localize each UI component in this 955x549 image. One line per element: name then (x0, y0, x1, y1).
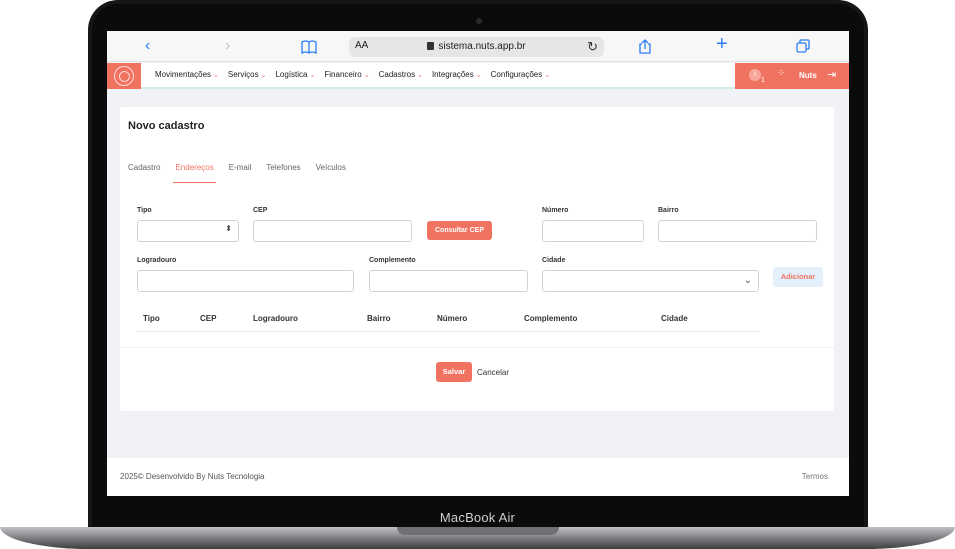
tab-cadastro[interactable]: Cadastro (128, 163, 160, 183)
copyright-text: 2025© Desenvolvido By Nuts Tecnologia (120, 472, 265, 481)
user-area: i 1 ⁘ Nuts ⇥ (735, 63, 849, 89)
notification-count: 1 (761, 77, 765, 84)
main-nav: Movimentações ⌄ Serviços ⌄ Logística ⌄ Fina… (155, 70, 550, 79)
divider (120, 347, 834, 348)
book-icon[interactable] (301, 40, 317, 54)
column-header-bairro[interactable]: Bairro (367, 314, 391, 323)
cep-label: CEP (253, 207, 268, 214)
nav-item-cadastros[interactable]: Cadastros ⌄ (379, 70, 423, 79)
complemento-label: Complemento (369, 257, 416, 264)
page-title: Novo cadastro (128, 120, 205, 132)
url-value: sistema.nuts.app.br (438, 41, 526, 52)
nav-label: Configurações (490, 70, 543, 79)
chevron-down-icon: ⌄ (544, 72, 551, 79)
logout-icon[interactable]: ⇥ (827, 68, 836, 81)
nav-label: Financeiro (324, 70, 362, 79)
address-bar[interactable]: AA sistema.nuts.app.br ↻ (349, 37, 604, 57)
consultar-cep-button[interactable]: Consultar CEP (427, 221, 492, 240)
nav-item-financeiro[interactable]: Financeiro ⌄ (324, 70, 369, 79)
cidade-label: Cidade (542, 257, 566, 264)
browser-toolbar: ‹ › AA sistema.nuts.app.br ↻ + (107, 31, 849, 62)
tab-telefones[interactable]: Telefones (266, 163, 300, 183)
terms-link[interactable]: Termos (802, 472, 828, 481)
chevron-left-icon[interactable]: ‹ (145, 37, 150, 55)
chevron-down-icon: ⌄ (213, 72, 219, 79)
numero-input[interactable] (542, 220, 644, 242)
info-icon[interactable]: i (749, 69, 761, 81)
laptop-notch (397, 527, 559, 535)
lock-icon (427, 42, 435, 50)
save-button[interactable]: Salvar (436, 362, 472, 382)
nav-label: Serviços (227, 70, 259, 79)
nav-item-movimentacoes[interactable]: Movimentações ⌄ (155, 70, 219, 79)
chevron-down-icon: ⌄ (309, 72, 316, 79)
address-table-header: Tipo CEP Logradouro Bairro Número Comple… (137, 307, 760, 332)
column-header-tipo[interactable]: Tipo (143, 314, 160, 323)
column-header-cep[interactable]: CEP (200, 314, 216, 323)
chevron-right-icon[interactable]: › (225, 37, 230, 55)
nav-label: Cadastros (378, 70, 416, 79)
form-card: Novo cadastro Cadastro Endereços E-mail … (120, 107, 834, 411)
nav-item-configuracoes[interactable]: Configurações ⌄ (491, 70, 550, 79)
cep-input[interactable] (253, 220, 412, 242)
tab-veiculos[interactable]: Veículos (316, 163, 346, 183)
numero-label: Número (542, 207, 569, 214)
tab-email[interactable]: E-mail (229, 163, 252, 183)
form-tabs: Cadastro Endereços E-mail Telefones Veíc… (128, 163, 361, 183)
logradouro-input[interactable] (137, 270, 354, 292)
column-header-complemento[interactable]: Complemento (524, 314, 577, 323)
share-icon[interactable] (638, 39, 652, 54)
screen: ‹ › AA sistema.nuts.app.br ↻ + Movimenta… (107, 31, 849, 496)
tabs-icon[interactable] (796, 39, 810, 53)
nav-label: Integrações (431, 70, 474, 79)
nav-label: Movimentações (155, 70, 212, 79)
reload-icon[interactable]: ↻ (587, 39, 598, 55)
chevron-down-icon: ⌄ (475, 72, 482, 79)
diamond-dots-icon[interactable]: ⁘ (777, 68, 785, 79)
nav-item-integracoes[interactable]: Integrações ⌄ (432, 70, 482, 79)
column-header-logradouro[interactable]: Logradouro (253, 314, 298, 323)
column-header-numero[interactable]: Número (437, 314, 467, 323)
tab-enderecos[interactable]: Endereços (173, 163, 216, 183)
logo-mark (114, 66, 134, 86)
app-header: Movimentações ⌄ Serviços ⌄ Logística ⌄ Fina… (107, 63, 849, 89)
plus-icon[interactable]: + (716, 34, 728, 54)
tipo-label: Tipo (137, 207, 152, 214)
nav-item-servicos[interactable]: Serviços ⌄ (228, 70, 267, 79)
chevron-down-icon: ⌄ (363, 72, 370, 79)
chevron-down-icon: ⌄ (417, 72, 423, 79)
bairro-label: Bairro (658, 207, 679, 214)
nuts-logo-icon[interactable] (107, 63, 141, 89)
cidade-select[interactable]: ⌄ (542, 270, 759, 292)
chevron-down-icon: ⌄ (743, 275, 752, 286)
adicionar-button[interactable]: Adicionar (773, 267, 823, 287)
chevron-down-icon: ⌄ (260, 72, 267, 79)
camera (476, 18, 482, 24)
url-text: sistema.nuts.app.br (349, 41, 604, 52)
device-label: MacBook Air (439, 510, 516, 525)
tipo-select[interactable]: ⬍ (137, 220, 239, 242)
bairro-input[interactable] (658, 220, 817, 242)
page-footer: 2025© Desenvolvido By Nuts Tecnologia Te… (107, 458, 849, 496)
cancel-button[interactable]: Cancelar (477, 368, 509, 377)
logradouro-label: Logradouro (137, 257, 177, 264)
select-arrows-icon: ⬍ (225, 224, 232, 233)
nav-item-logistica[interactable]: Logística ⌄ (275, 70, 315, 79)
nav-label: Logística (275, 70, 308, 79)
column-header-cidade[interactable]: Cidade (661, 314, 688, 323)
user-name[interactable]: Nuts (799, 71, 817, 80)
complemento-input[interactable] (369, 270, 528, 292)
